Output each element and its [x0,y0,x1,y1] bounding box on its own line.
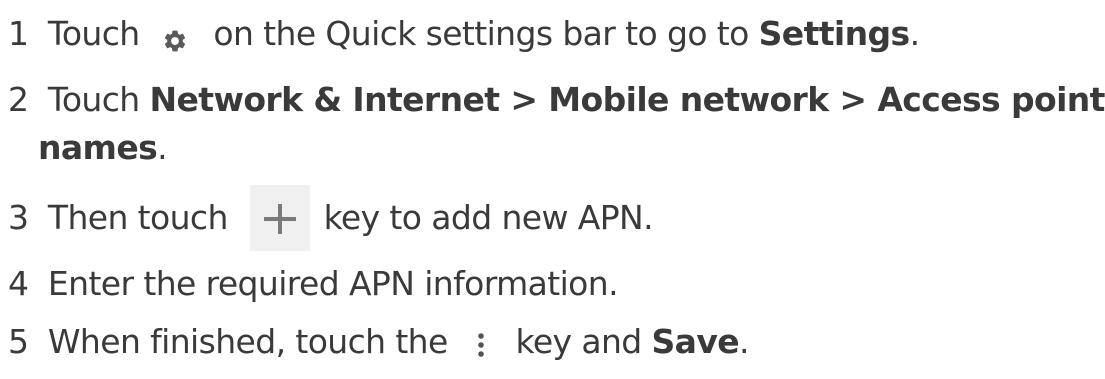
step-3: 3 Then touch key to add new APN. [8,184,654,251]
step-number: 3 [8,198,29,237]
step-text: Then touch [47,198,228,237]
step-number: 5 [8,322,29,361]
step-text: Touch [47,80,140,119]
plus-icon [249,184,310,251]
more-vert-icon [474,327,488,357]
step-text: on the Quick settings bar to go to [213,14,749,53]
step-2: 2 Touch Network & Internet > Mobile netw… [8,78,1105,122]
step-text: Touch [47,14,140,53]
gear-icon [162,21,188,51]
step-punct: . [157,128,168,167]
settings-path-end: names [38,128,158,167]
step-text: key and [515,322,642,361]
step-4: 4 Enter the required APN information. [8,262,619,306]
step-punct: . [739,322,749,361]
settings-label: Settings [758,14,911,53]
step-number: 1 [8,14,29,53]
step-text: When finished, touch the [47,322,448,361]
step-1: 1 Touch on the Quick settings bar to go … [8,12,920,56]
step-text: Enter the required APN information. [47,264,619,303]
step-number: 4 [8,264,29,303]
step-2-continuation: names. [38,126,168,170]
step-text: key to add new APN. [323,198,654,237]
step-5: 5 When finished, touch the key and Save. [8,320,750,364]
save-label: Save [651,322,740,361]
step-number: 2 [8,80,29,119]
step-punct: . [909,14,920,53]
settings-path: Network & Internet > Mobile network > Ac… [149,80,1105,119]
